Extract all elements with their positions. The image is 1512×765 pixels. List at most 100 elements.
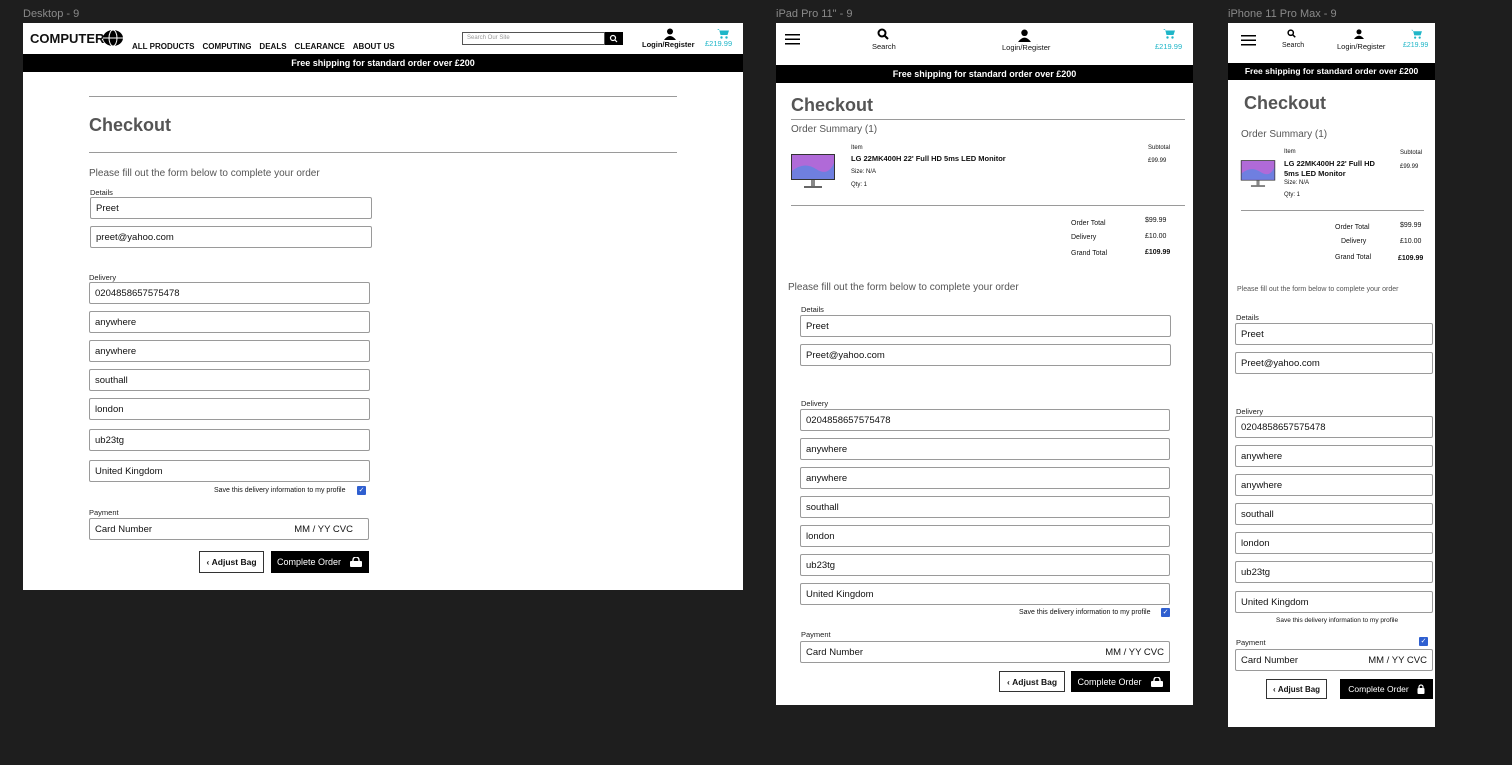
adjust-bag-button[interactable]: ‹ Adjust Bag xyxy=(1266,679,1327,699)
country-field[interactable]: United Kingdom xyxy=(1235,591,1433,613)
card-field[interactable]: Card Number MM / YY CVC xyxy=(89,518,369,540)
save-info-checkbox[interactable]: ✓ xyxy=(1161,608,1170,617)
lock-icon xyxy=(350,557,363,567)
menu-icon[interactable] xyxy=(1241,35,1256,46)
address-line1-field[interactable]: anywhere xyxy=(800,438,1170,460)
card-expiry-placeholder: MM / YY CVC xyxy=(294,523,353,535)
complete-order-button[interactable]: Complete Order xyxy=(1071,671,1170,692)
item-name-line1[interactable]: LG 22MK400H 22' Full HD xyxy=(1284,159,1375,168)
city-field[interactable]: london xyxy=(1235,532,1433,554)
delivery-cost-value: £10.00 xyxy=(1400,238,1422,245)
item-name[interactable]: LG 22MK400H 22' Full HD 5ms LED Monitor xyxy=(851,154,1006,163)
town-field[interactable]: southall xyxy=(1235,503,1433,525)
phone-field[interactable]: 0204858657575478 xyxy=(800,409,1170,431)
town-field[interactable]: southall xyxy=(800,496,1170,518)
town-field[interactable]: southall xyxy=(89,369,370,391)
cart-total[interactable]: £219.99 xyxy=(1403,42,1428,49)
form-intro: Please fill out the form below to comple… xyxy=(788,282,1019,293)
name-field[interactable]: Preet xyxy=(90,197,372,219)
search-label[interactable]: Search xyxy=(1282,42,1304,49)
order-summary-title: Order Summary (1) xyxy=(1241,129,1328,140)
item-price: £99.99 xyxy=(1148,158,1167,164)
product-image xyxy=(791,154,835,188)
form-intro: Please fill out the form below to comple… xyxy=(1237,286,1399,293)
item-header: Item xyxy=(1284,149,1296,155)
complete-order-button[interactable]: Complete Order xyxy=(1340,679,1433,699)
login-register-link[interactable]: Login/Register xyxy=(642,40,695,49)
country-field[interactable]: United Kingdom xyxy=(800,583,1170,605)
payment-label: Payment xyxy=(801,630,831,639)
city-field[interactable]: london xyxy=(800,525,1170,547)
frame-label-iphone: iPhone 11 Pro Max - 9 xyxy=(1228,8,1337,20)
save-info-label: Save this delivery information to my pro… xyxy=(214,487,346,494)
delivery-cost-value: £10.00 xyxy=(1145,233,1167,240)
postcode-field[interactable]: ub23tg xyxy=(1235,561,1433,583)
complete-order-label: Complete Order xyxy=(1348,684,1409,694)
complete-order-button[interactable]: Complete Order xyxy=(271,551,369,573)
postcode-field[interactable]: ub23tg xyxy=(89,429,370,451)
complete-order-label: Complete Order xyxy=(276,557,342,567)
divider xyxy=(89,96,677,97)
cart-total[interactable]: £219.99 xyxy=(705,39,732,48)
delivery-cost-label: Delivery xyxy=(1341,238,1367,245)
city-field[interactable]: london xyxy=(89,398,370,420)
nav-deals[interactable]: DEALS xyxy=(259,42,286,51)
delivery-label: Delivery xyxy=(89,273,117,282)
name-field[interactable]: Preet xyxy=(1235,323,1433,345)
address-line1-field[interactable]: anywhere xyxy=(1235,445,1433,467)
postcode-field[interactable]: ub23tg xyxy=(800,554,1170,576)
name-field[interactable]: Preet xyxy=(800,315,1171,337)
cart-icon[interactable] xyxy=(1411,29,1422,39)
phone-field[interactable]: 0204858657575478 xyxy=(1235,416,1433,438)
address-line2-field[interactable]: anywhere xyxy=(89,340,370,362)
divider xyxy=(1241,210,1424,211)
brand-logo[interactable]: COMPUTER xyxy=(30,31,104,46)
user-icon xyxy=(664,28,676,40)
page-title: Checkout xyxy=(1244,93,1327,113)
search-input[interactable]: Search Our Site xyxy=(462,32,605,45)
nav-clearance[interactable]: CLEARANCE xyxy=(295,42,345,51)
adjust-bag-button[interactable]: ‹ Adjust Bag xyxy=(999,671,1065,692)
email-field[interactable]: Preet@yahoo.com xyxy=(800,344,1171,366)
cart-total[interactable]: £219.99 xyxy=(1155,42,1182,51)
search-icon[interactable] xyxy=(1287,29,1296,38)
delivery-cost-label: Delivery xyxy=(1071,234,1097,241)
nav-computing[interactable]: COMPUTING xyxy=(203,42,252,51)
email-field[interactable]: preet@yahoo.com xyxy=(90,226,372,248)
details-label: Details xyxy=(1236,313,1259,322)
shipping-banner: Free shipping for standard order over £2… xyxy=(1228,63,1435,80)
details-label: Details xyxy=(90,188,113,197)
address-line1-field[interactable]: anywhere xyxy=(89,311,370,333)
save-info-checkbox[interactable]: ✓ xyxy=(357,486,366,495)
nav-all-products[interactable]: ALL PRODUCTS xyxy=(132,42,195,51)
menu-icon[interactable] xyxy=(785,34,800,45)
item-qty: Qty: 1 xyxy=(1284,192,1301,198)
card-number-placeholder: Card Number xyxy=(95,523,153,535)
address-line2-field[interactable]: anywhere xyxy=(800,467,1170,489)
address-line2-field[interactable]: anywhere xyxy=(1235,474,1433,496)
cart-icon[interactable] xyxy=(717,28,729,39)
complete-order-label: Complete Order xyxy=(1077,676,1142,687)
item-name-line2[interactable]: 5ms LED Monitor xyxy=(1284,169,1346,178)
card-field[interactable]: Card Number MM / YY CVC xyxy=(800,641,1170,663)
email-field[interactable]: Preet@yahoo.com xyxy=(1235,352,1433,374)
search-icon[interactable] xyxy=(877,28,889,40)
lock-icon xyxy=(1417,684,1425,694)
ipad-frame: Search Login/Register £219.99 Free shipp… xyxy=(776,23,1193,705)
adjust-bag-button[interactable]: ‹ Adjust Bag xyxy=(199,551,264,573)
nav-about-us[interactable]: ABOUT US xyxy=(353,42,395,51)
save-info-label: Save this delivery information to my pro… xyxy=(1019,609,1151,616)
save-info-checkbox[interactable]: ✓ xyxy=(1419,637,1428,646)
login-register-link[interactable]: Login/Register xyxy=(1002,43,1050,52)
order-total-value: $99.99 xyxy=(1400,222,1422,229)
phone-field[interactable]: 0204858657575478 xyxy=(89,282,370,304)
cart-icon[interactable] xyxy=(1163,28,1175,39)
search-label[interactable]: Search xyxy=(872,42,896,51)
user-icon xyxy=(1018,29,1031,42)
country-field[interactable]: United Kingdom xyxy=(89,460,370,482)
order-total-value: $99.99 xyxy=(1145,217,1167,224)
login-register-link[interactable]: Login/Register xyxy=(1337,42,1385,51)
card-field[interactable]: Card Number MM / YY CVC xyxy=(1235,649,1433,671)
adjust-bag-label: Adjust Bag xyxy=(1277,684,1321,694)
search-button[interactable] xyxy=(605,32,623,45)
